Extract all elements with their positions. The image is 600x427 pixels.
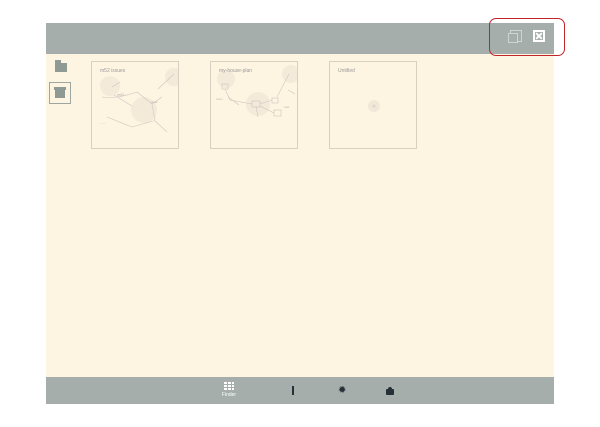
svg-text:node: node (151, 100, 158, 104)
map-card-untitled[interactable]: Untitled (329, 61, 417, 149)
map-preview (368, 100, 380, 112)
map-title: Untitled (338, 68, 355, 74)
map-title: my-house-plan (219, 68, 253, 74)
top-toolbar (46, 18, 565, 56)
folder-icon[interactable] (55, 60, 67, 72)
finder-label: Finder (221, 392, 237, 398)
archive-icon (54, 87, 66, 98)
svg-text:~ ~ ~: ~ ~ ~ (100, 122, 106, 125)
bottom-navigation: Finder ✹ (46, 377, 554, 404)
svg-text:room: room (216, 97, 223, 101)
gear-icon[interactable]: ✹ (338, 386, 346, 396)
close-icon[interactable] (533, 30, 545, 42)
highlighted-top-actions (489, 18, 565, 56)
archive-button[interactable] (49, 82, 71, 104)
map-card-m52-issues[interactable]: m52 node ~ ~ ~ m52 issues (91, 61, 179, 149)
svg-text:roof: roof (284, 105, 289, 109)
grid-icon (224, 382, 234, 391)
map-title: m52 issues (100, 68, 126, 74)
pen-icon[interactable] (292, 386, 294, 395)
map-card-my-house-plan[interactable]: room roof my-house-plan (210, 61, 298, 149)
copy-icon[interactable] (508, 30, 522, 43)
map-preview: m52 node ~ ~ ~ (100, 68, 178, 133)
cloud-icon[interactable] (386, 387, 394, 395)
finder-tab[interactable]: Finder (218, 382, 240, 402)
map-preview: room roof (216, 65, 297, 118)
mindmap-app-window: m52 node ~ ~ ~ m52 issues room roof my-h… (46, 18, 565, 404)
svg-text:m52: m52 (117, 93, 124, 97)
